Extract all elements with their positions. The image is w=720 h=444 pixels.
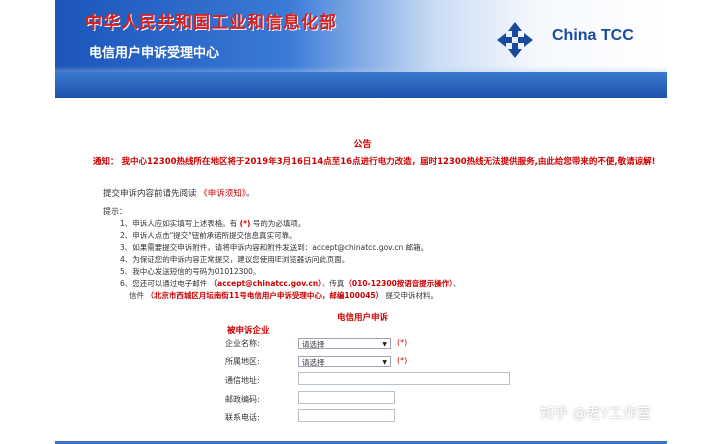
tips-list: 1、申诉人应如实填写上述表格。有 (*) 号的为必填项。 2、申诉人点击"提交"… bbox=[120, 218, 461, 302]
form-title: 电信用户申诉 bbox=[336, 313, 388, 323]
ministry-title: 中华人民共和国工业和信息化部 bbox=[85, 13, 337, 33]
company-label: 企业名称: bbox=[225, 339, 260, 348]
region-select-value: 请选择 bbox=[302, 358, 325, 367]
region-select[interactable]: 请选择 ▼ bbox=[298, 356, 391, 367]
postcode-label: 邮政编码: bbox=[225, 395, 260, 404]
watermark: 知乎 @老Y工作室 bbox=[540, 406, 652, 422]
tips-label: 提示： bbox=[103, 207, 127, 216]
center-name: 电信用户申诉受理中心 bbox=[89, 46, 220, 61]
tip-item: 2、申诉人点击"提交"钮前承诺所提交信息真实可靠。 bbox=[120, 231, 297, 240]
tip-item: 5、我中心发送短信的号码为01012300。 bbox=[120, 267, 261, 276]
tip-item: 3、如果需要提交申诉附件，请将申诉内容和附件发送到：accept@chinatc… bbox=[120, 243, 429, 252]
logo-text: China TCC bbox=[552, 27, 634, 44]
header-band bbox=[55, 72, 667, 98]
notice-title: 公告 bbox=[353, 140, 372, 150]
notice-body: 通知： 我中心12300热线所在地区将于2019年3月16日14点至16点进行电… bbox=[93, 157, 656, 167]
phone-label: 联系电话: bbox=[225, 413, 260, 422]
postcode-input[interactable] bbox=[298, 391, 395, 404]
required-mark: (*) bbox=[397, 338, 408, 347]
tip-item: 信件 （北京市西城区月坛南街11号电信用户申诉受理中心，邮编100045） 提交… bbox=[129, 291, 439, 300]
tip-item: 6、您还可以通过电子邮件 （accept@chinatcc.gov.cn）、传真… bbox=[120, 279, 461, 288]
section-title: 被申诉企业 bbox=[227, 326, 270, 336]
region-label: 所属地区: bbox=[225, 357, 260, 366]
required-mark: (*) bbox=[397, 356, 408, 365]
complaint-guide-link[interactable]: 《申诉须知》 bbox=[199, 189, 246, 199]
company-select-value: 请选择 bbox=[302, 340, 325, 349]
chevron-down-icon: ▼ bbox=[382, 359, 387, 366]
address-label: 通信地址: bbox=[225, 376, 260, 385]
site-header: 中华人民共和国工业和信息化部 电信用户申诉受理中心 China TCC bbox=[55, 0, 667, 98]
hint-end: 。 bbox=[245, 189, 255, 199]
phone-input[interactable] bbox=[298, 409, 395, 422]
tip-item: 4、为保证您的申诉内容正常提交，建议您使用IE浏览器访问此页面。 bbox=[120, 255, 350, 264]
read-first-hint: 提交申诉内容前请先阅读 《申诉须知》。 bbox=[103, 187, 255, 199]
chevron-down-icon: ▼ bbox=[382, 341, 387, 348]
hint-text: 提交申诉内容前请先阅读 bbox=[103, 189, 197, 199]
company-select[interactable]: 请选择 ▼ bbox=[298, 338, 391, 349]
address-input[interactable] bbox=[298, 372, 510, 385]
china-tcc-logo-icon bbox=[497, 22, 533, 58]
tip-item: 1、申诉人应如实填写上述表格。有 (*) 号的为必填项。 bbox=[120, 219, 306, 228]
